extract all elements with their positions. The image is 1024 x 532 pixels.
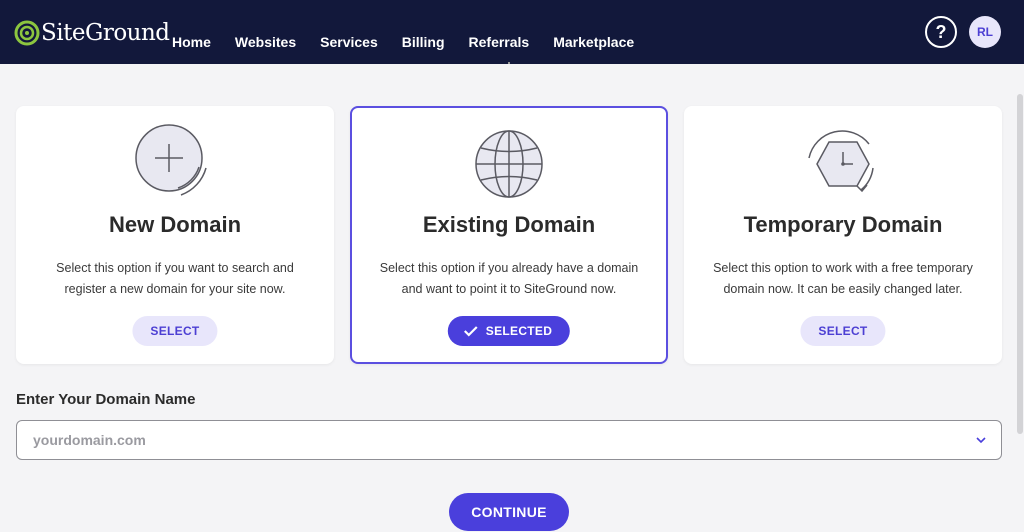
logo-text: SiteGround xyxy=(41,20,170,46)
card-title: Temporary Domain xyxy=(743,212,943,237)
scrollbar-thumb[interactable] xyxy=(1017,94,1023,434)
nav-item-home[interactable]: Home xyxy=(172,34,211,50)
select-button[interactable]: SELECT xyxy=(800,316,886,346)
user-avatar[interactable]: RL xyxy=(969,16,1001,48)
card-new-domain[interactable]: New Domain Select this option if you wan… xyxy=(16,106,334,364)
checkmark-icon xyxy=(464,326,478,337)
globe-icon xyxy=(475,130,543,198)
page-scrollbar[interactable] xyxy=(1016,64,1024,532)
nav-item-referrals[interactable]: Referrals xyxy=(469,34,530,50)
question-circle-icon: ? xyxy=(935,21,947,42)
plus-circle-icon xyxy=(135,124,207,196)
continue-button[interactable]: CONTINUE xyxy=(449,493,569,531)
siteground-logo[interactable]: SiteGround xyxy=(14,18,170,48)
clock-refresh-icon xyxy=(808,130,874,193)
siteground-logo-icon xyxy=(14,20,40,46)
nav-item-billing[interactable]: Billing xyxy=(402,34,445,50)
card-title: Existing Domain xyxy=(422,212,596,237)
main-nav: Home Websites Services Billing Referrals… xyxy=(172,0,658,64)
nav-item-websites[interactable]: Websites xyxy=(235,34,296,50)
select-button[interactable]: SELECT xyxy=(132,316,218,346)
domain-field-label: Enter Your Domain Name xyxy=(16,391,196,408)
card-temporary-domain[interactable]: Temporary Domain Select this option to w… xyxy=(684,106,1002,364)
card-title: New Domain xyxy=(108,212,242,237)
nav-item-services[interactable]: Services xyxy=(320,34,378,50)
card-description: Select this option if you want to search… xyxy=(56,261,294,296)
divider-dot xyxy=(508,62,510,64)
help-button[interactable]: ? xyxy=(925,16,957,48)
domain-name-input[interactable] xyxy=(16,420,1002,460)
chevron-down-icon[interactable] xyxy=(975,434,987,446)
top-navigation-bar: SiteGround Home Websites Services Billin… xyxy=(0,0,1024,64)
card-description: Select this option to work with a free t… xyxy=(713,261,973,296)
card-existing-domain[interactable]: Existing Domain Select this option if yo… xyxy=(350,106,668,364)
nav-item-marketplace[interactable]: Marketplace xyxy=(553,34,634,50)
selected-button-label: SELECTED xyxy=(485,324,553,338)
card-description: Select this option if you already have a… xyxy=(379,261,639,296)
selected-button[interactable]: SELECTED xyxy=(447,316,571,346)
